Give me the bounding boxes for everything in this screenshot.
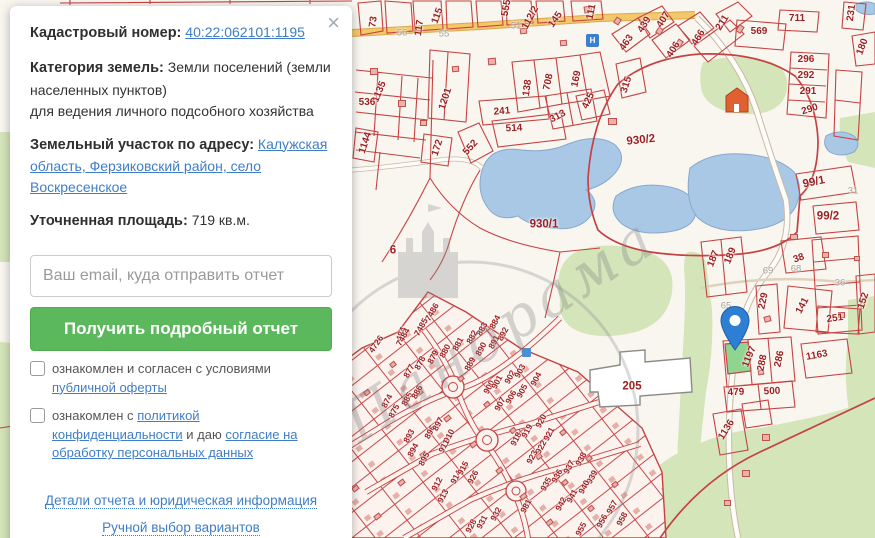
bus-stop-icon: Н bbox=[586, 34, 599, 47]
area-label: Уточненная площадь: bbox=[30, 213, 188, 230]
info-popup: × Кадастровый номер: 40:22:062101:1195 К… bbox=[10, 6, 352, 538]
offer-link[interactable]: публичной оферты bbox=[52, 380, 167, 395]
map-building bbox=[822, 252, 829, 258]
get-report-button[interactable]: Получить подробный отчет bbox=[30, 307, 332, 351]
map-viewport[interactable]: 73 117 115 555 112/2 145 111 56 55 51 463 439 407 406… bbox=[0, 0, 875, 538]
map-building bbox=[559, 39, 568, 47]
category-label: Категория земель: bbox=[30, 59, 164, 76]
map-building bbox=[757, 369, 765, 376]
cadastral-number-row: Кадастровый номер: 40:22:062101:1195 bbox=[30, 22, 332, 45]
map-building bbox=[742, 470, 750, 477]
offer-checkbox-row: ознакомлен и согласен с условиями публич… bbox=[30, 360, 332, 398]
address-row: Земельный участок по адресу: Калужская о… bbox=[30, 134, 332, 199]
privacy-checkbox[interactable] bbox=[30, 407, 45, 423]
map-building bbox=[724, 500, 731, 506]
map-building bbox=[583, 5, 593, 14]
map-building bbox=[420, 120, 427, 126]
report-details-link[interactable]: Детали отчета и юридическая информация bbox=[44, 493, 318, 510]
map-building bbox=[487, 57, 497, 66]
water-icon bbox=[522, 348, 531, 357]
category-row: Категория земель: Земли поселений (земли… bbox=[30, 57, 332, 122]
popup-footer-links: Детали отчета и юридическая информация Р… bbox=[30, 487, 332, 538]
cadastral-number-link[interactable]: 40:22:062101:1195 bbox=[185, 24, 305, 40]
map-building bbox=[790, 234, 798, 240]
map-building bbox=[398, 100, 406, 107]
location-pin-icon[interactable] bbox=[718, 306, 752, 352]
manual-select-link[interactable]: Ручной выбор вариантов bbox=[102, 520, 260, 537]
map-building bbox=[762, 434, 770, 441]
offer-checkbox-text: ознакомлен и согласен с условиями публич… bbox=[52, 361, 271, 395]
privacy-checkbox-row: ознакомлен с политикой конфиденциальност… bbox=[30, 407, 332, 464]
email-input[interactable] bbox=[30, 255, 332, 297]
map-building bbox=[854, 256, 860, 261]
map-building bbox=[370, 68, 378, 75]
address-label: Земельный участок по адресу: bbox=[30, 136, 255, 153]
area-row: Уточненная площадь: 719 кв.м. bbox=[30, 210, 332, 233]
map-building bbox=[451, 65, 460, 73]
map-building bbox=[838, 312, 845, 318]
area-value: 719 кв.м. bbox=[191, 212, 250, 229]
offer-checkbox[interactable] bbox=[30, 361, 45, 376]
privacy-checkbox-text: ознакомлен с политикой конфиденциальност… bbox=[52, 407, 298, 461]
cadastral-number-label: Кадастровый номер: bbox=[30, 25, 182, 41]
map-building bbox=[608, 118, 617, 125]
map-building bbox=[519, 27, 528, 35]
category-extra: для ведения личного подсобного хозяйства bbox=[30, 102, 314, 119]
close-icon[interactable]: × bbox=[327, 12, 340, 34]
